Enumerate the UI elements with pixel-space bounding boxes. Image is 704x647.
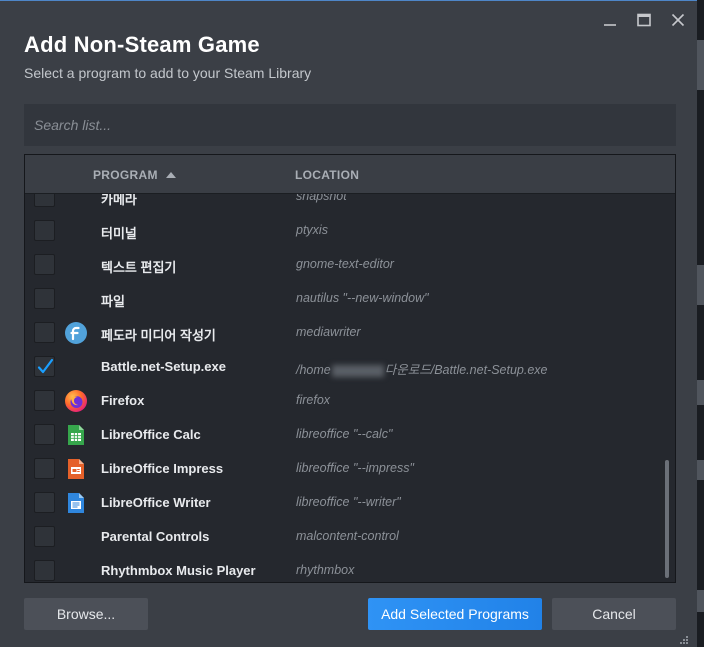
writer-icon bbox=[64, 491, 88, 515]
list-item[interactable]: 파일 nautilus "--new-window" bbox=[25, 282, 665, 316]
checkbox-checked[interactable] bbox=[34, 356, 55, 377]
program-name: LibreOffice Writer bbox=[101, 495, 211, 510]
list-item[interactable]: Battle.net-Setup.exe/home 다운로드/Battle.net… bbox=[25, 350, 665, 384]
program-name: LibreOffice Calc bbox=[101, 427, 201, 442]
program-location: gnome-text-editor bbox=[296, 257, 394, 271]
program-location: /home 다운로드/Battle.net-Setup.exe bbox=[296, 359, 548, 378]
sort-ascending-icon bbox=[165, 172, 176, 178]
calc-icon bbox=[64, 423, 88, 447]
checkmark-icon bbox=[37, 358, 54, 374]
redacted-username bbox=[331, 364, 384, 377]
checkbox[interactable] bbox=[34, 254, 55, 275]
column-header-program-label: PROGRAM bbox=[93, 168, 158, 182]
checkbox[interactable] bbox=[34, 526, 55, 547]
list-item[interactable]: Parental Controls malcontent-control bbox=[25, 520, 665, 554]
maximize-icon[interactable] bbox=[633, 9, 655, 31]
program-name: Parental Controls bbox=[101, 529, 210, 544]
location-suffix: 다운로드/Battle.net-Setup.exe bbox=[384, 363, 548, 377]
program-location: malcontent-control bbox=[296, 529, 399, 543]
program-location: mediawriter bbox=[296, 325, 361, 339]
checkbox[interactable] bbox=[34, 560, 55, 581]
program-name: Firefox bbox=[101, 393, 145, 408]
fedora-icon bbox=[64, 321, 88, 345]
program-location: nautilus "--new-window" bbox=[296, 291, 429, 305]
add-selected-programs-button[interactable]: Add Selected Programs bbox=[368, 598, 542, 630]
checkbox[interactable] bbox=[34, 288, 55, 309]
list-item[interactable]: LibreOffice Writer libreoffice "--writer" bbox=[25, 486, 665, 520]
background-window-strip bbox=[697, 0, 704, 647]
list-item[interactable]: LibreOffice Calc libreoffice "--calc" bbox=[25, 418, 665, 452]
program-list: 카메라 snapshot 터미널 ptyxis 텍스트 편집기 gnome-text-ed… bbox=[24, 154, 676, 583]
firefox-icon bbox=[64, 389, 88, 413]
list-item[interactable]: LibreOffice Impress libreoffice "--impres… bbox=[25, 452, 665, 486]
program-location: rhythmbox bbox=[296, 563, 355, 577]
list-item[interactable]: 텍스트 편집기 gnome-text-editor bbox=[25, 248, 665, 282]
list-scrollbar[interactable] bbox=[665, 460, 669, 578]
program-location: libreoffice "--impress" bbox=[296, 461, 414, 475]
program-location: firefox bbox=[296, 393, 331, 407]
program-name: 터미널 bbox=[101, 226, 137, 241]
browse-button[interactable]: Browse... bbox=[24, 598, 148, 630]
search-input[interactable] bbox=[24, 104, 676, 146]
checkbox[interactable] bbox=[34, 492, 55, 513]
checkbox[interactable] bbox=[34, 322, 55, 343]
column-header-location[interactable]: LOCATION bbox=[295, 168, 359, 182]
minimize-icon[interactable] bbox=[599, 9, 621, 31]
resize-grip-icon[interactable] bbox=[679, 635, 689, 645]
checkbox[interactable] bbox=[34, 424, 55, 445]
window-controls bbox=[599, 9, 689, 31]
list-header: PROGRAM LOCATION bbox=[25, 155, 675, 194]
list-item[interactable]: Rhythmbox Music Player rhythmbox bbox=[25, 554, 665, 582]
checkbox[interactable] bbox=[34, 390, 55, 411]
program-name: Battle.net-Setup.exe bbox=[101, 359, 226, 374]
program-location: ptyxis bbox=[296, 223, 328, 237]
close-icon[interactable] bbox=[667, 9, 689, 31]
dialog-title: Add Non-Steam Game bbox=[24, 32, 260, 57]
program-name: 페도라 미디어 작성기 bbox=[101, 328, 216, 343]
program-name: Rhythmbox Music Player bbox=[101, 563, 256, 578]
location-prefix: /home bbox=[296, 363, 331, 377]
program-name: LibreOffice Impress bbox=[101, 461, 224, 476]
program-location: libreoffice "--writer" bbox=[296, 495, 401, 509]
checkbox[interactable] bbox=[34, 458, 55, 479]
dialog-subtitle: Select a program to add to your Steam Li… bbox=[24, 65, 312, 81]
program-name: 파일 bbox=[101, 294, 125, 309]
cancel-button[interactable]: Cancel bbox=[552, 598, 676, 630]
checkbox[interactable] bbox=[34, 220, 55, 241]
program-name: 텍스트 편집기 bbox=[101, 260, 177, 275]
column-header-program[interactable]: PROGRAM bbox=[93, 168, 176, 182]
add-non-steam-game-dialog: Add Non-Steam Game Select a program to a… bbox=[0, 0, 697, 647]
program-location: libreoffice "--calc" bbox=[296, 427, 393, 441]
list-item[interactable]: 터미널 ptyxis bbox=[25, 214, 665, 248]
impress-icon bbox=[64, 457, 88, 481]
list-item[interactable]: Firefox firefox bbox=[25, 384, 665, 418]
list-item[interactable]: 페도라 미디어 작성기 mediawriter bbox=[25, 316, 665, 350]
